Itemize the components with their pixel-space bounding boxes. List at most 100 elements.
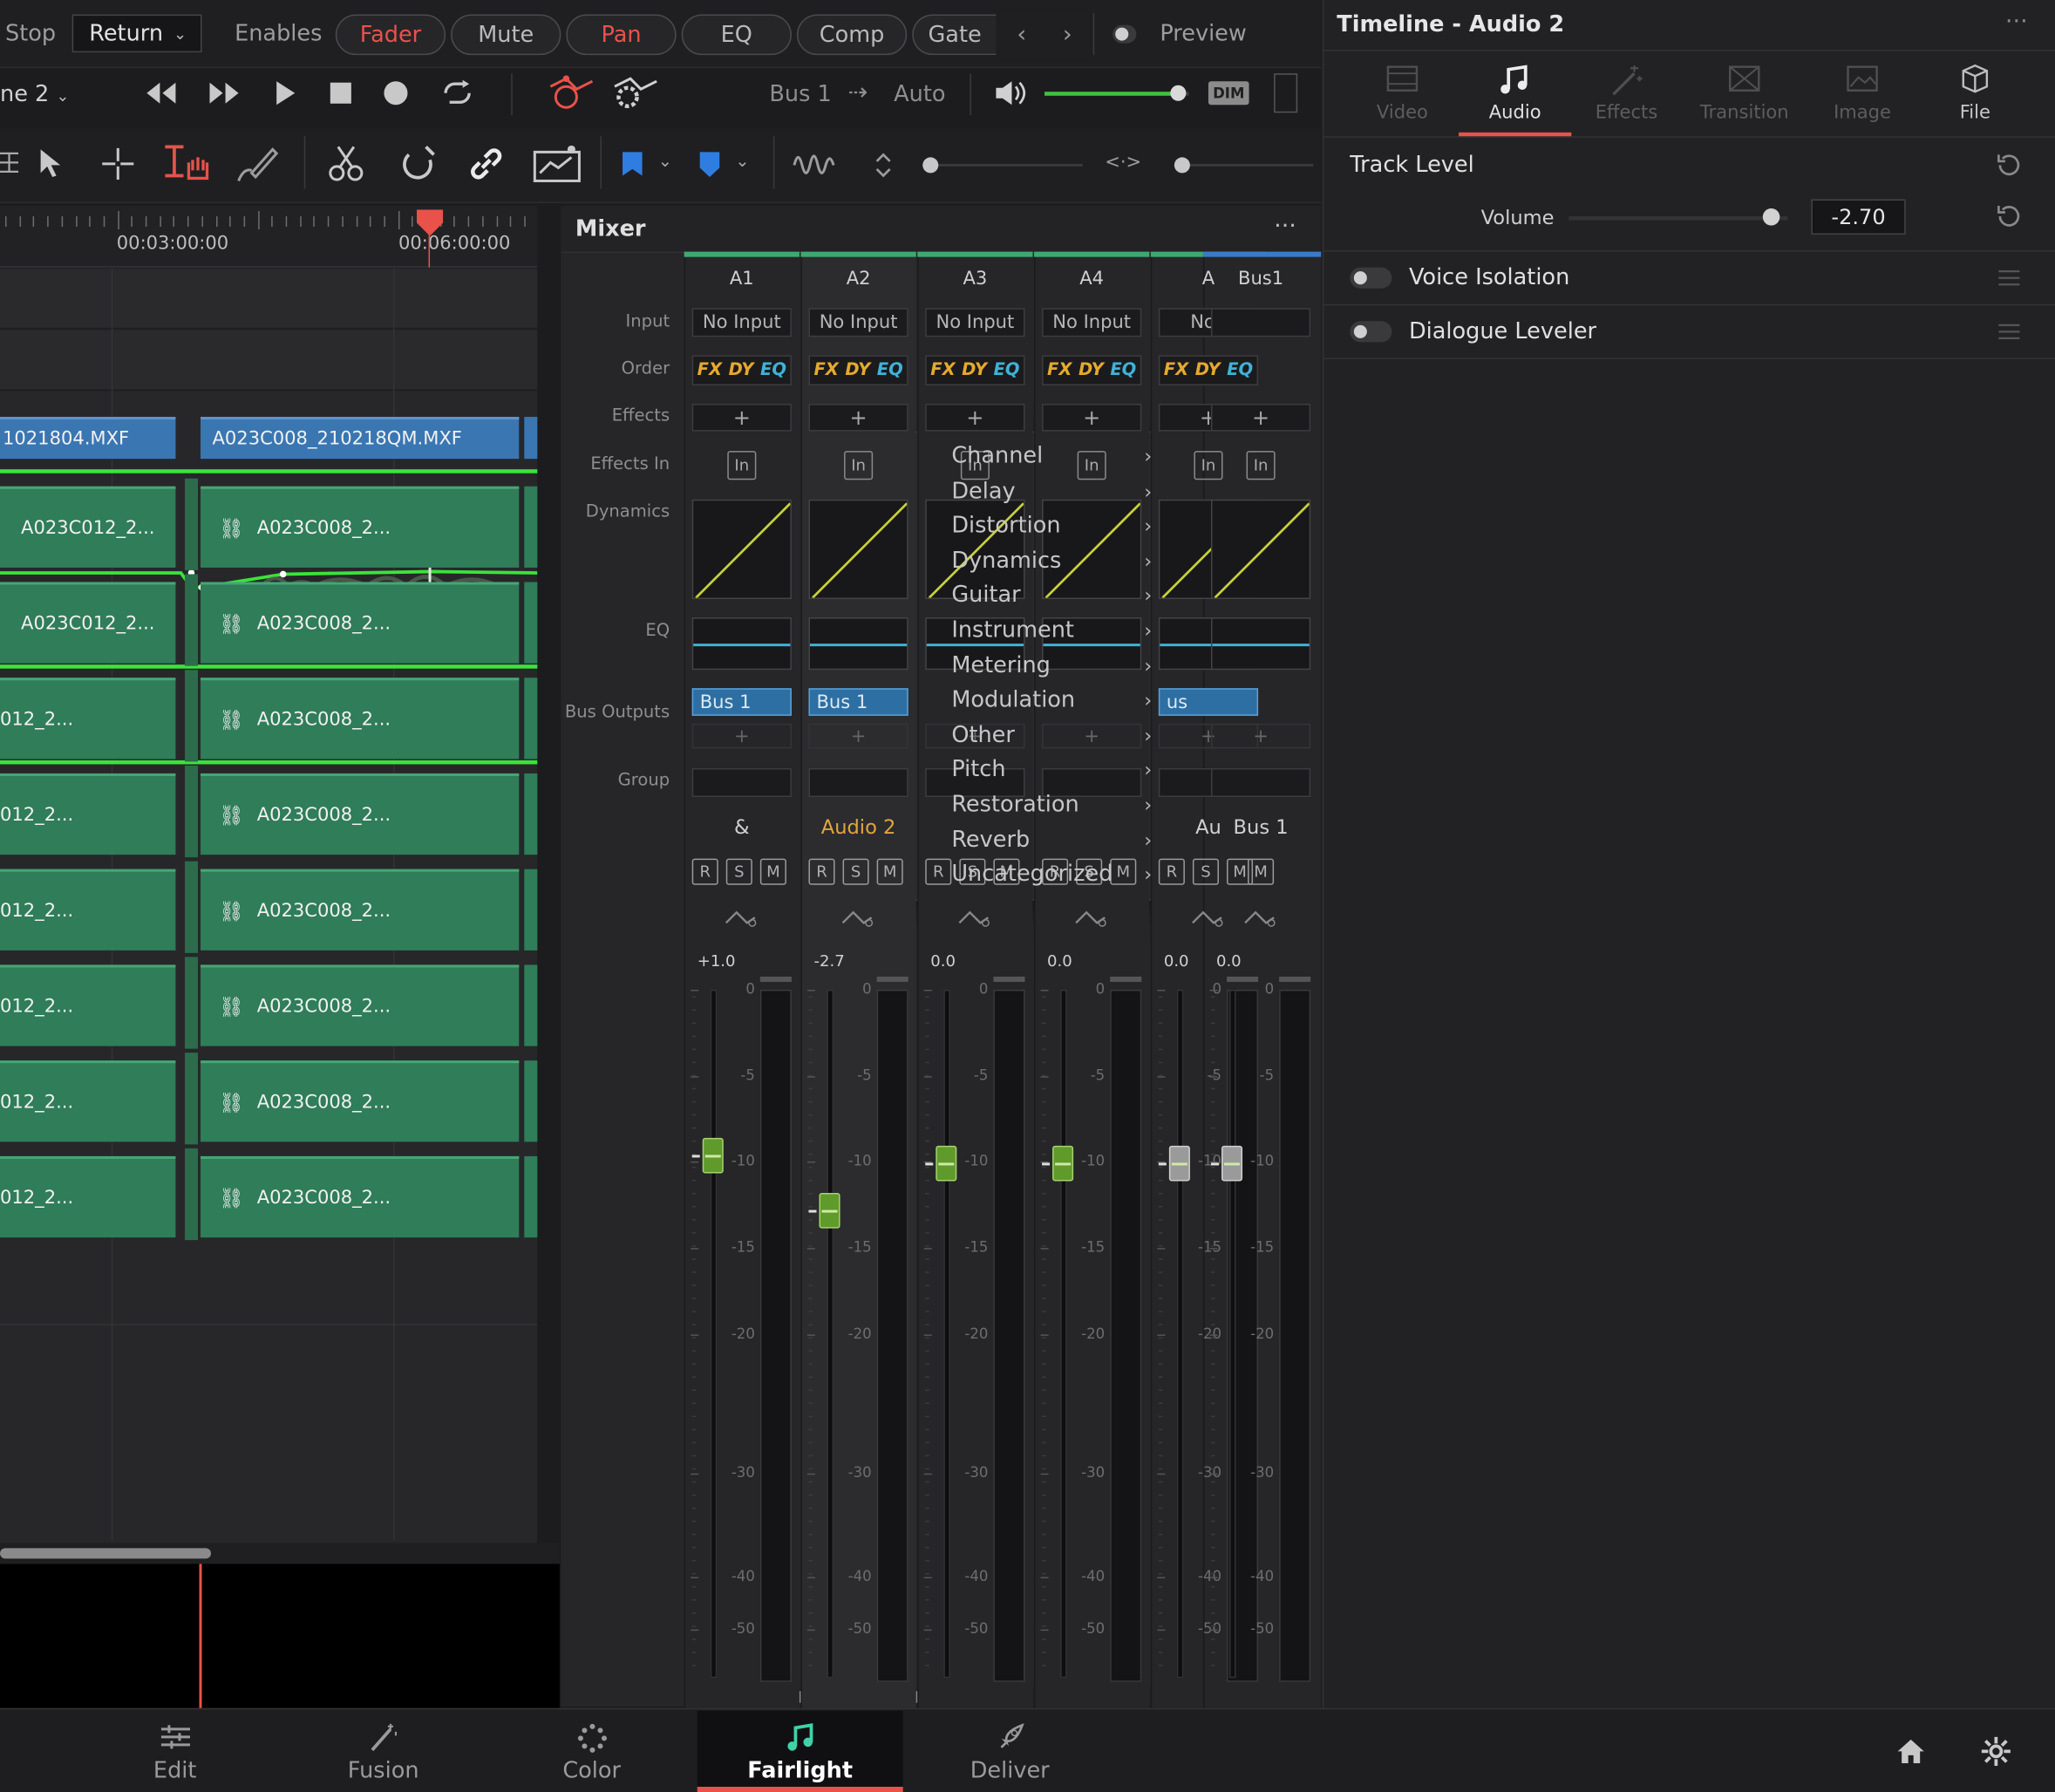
pill-mute[interactable]: Mute <box>451 14 561 56</box>
record-icon[interactable] <box>383 80 409 106</box>
pill-comp[interactable]: Comp <box>796 14 908 56</box>
timeline-selector[interactable]: ne 2 ⌄ <box>0 81 70 107</box>
clip-audio[interactable]: ⛓ A023C008_2... <box>200 582 520 664</box>
menu-item-other[interactable] <box>909 719 1170 753</box>
tab-image[interactable]: Image <box>1805 63 1920 135</box>
menu-item-guitar[interactable] <box>909 580 1170 614</box>
input-selector[interactable]: No Input <box>1042 308 1142 337</box>
clip-audio[interactable]: 012_2... <box>0 1060 176 1142</box>
input-selector[interactable] <box>1210 308 1311 337</box>
pan-icon[interactable] <box>1073 907 1113 930</box>
loop-icon[interactable] <box>438 78 477 109</box>
fader-knob[interactable] <box>1221 1145 1243 1182</box>
group-selector[interactable] <box>1210 767 1311 798</box>
fast-forward-icon[interactable] <box>208 80 242 106</box>
solo-button[interactable]: S <box>1192 858 1219 885</box>
pan-icon[interactable] <box>1190 907 1229 930</box>
pan-icon[interactable] <box>956 907 996 930</box>
mute-button[interactable]: M <box>759 858 786 885</box>
horizontal-zoom-knob[interactable] <box>1174 157 1190 174</box>
add-bus-button[interactable]: + <box>808 723 908 749</box>
add-effect-button[interactable]: + <box>691 404 792 432</box>
input-selector[interactable]: No Input <box>691 308 792 337</box>
fader-knob[interactable] <box>936 1145 957 1182</box>
range-select-icon[interactable] <box>160 141 214 188</box>
clip-audio[interactable]: A023C012_2... <box>0 582 176 664</box>
chevron-right-icon[interactable]: › <box>1063 20 1072 48</box>
gear-icon[interactable] <box>1980 1735 2011 1767</box>
mute-button[interactable]: M <box>1248 858 1275 885</box>
monitor-volume-knob[interactable] <box>1170 85 1187 101</box>
input-selector[interactable]: No Input <box>925 308 1025 337</box>
crosshair-icon[interactable] <box>99 146 136 182</box>
play-icon[interactable] <box>274 80 297 106</box>
clip-video[interactable]: A023C008_210218QM.MXF <box>200 417 520 460</box>
settings-sliders-icon[interactable] <box>1997 266 2021 290</box>
bus-output-button[interactable]: us <box>1158 688 1259 716</box>
automation-settings-icon[interactable] <box>612 73 659 112</box>
fader-knob[interactable] <box>1168 1145 1190 1182</box>
add-effect-button[interactable]: + <box>925 404 1025 432</box>
vertical-zoom-slider[interactable] <box>922 157 1083 174</box>
nav-color[interactable]: Color <box>489 1711 695 1792</box>
bus-output-button[interactable]: Bus 1 <box>808 688 908 716</box>
clip-audio[interactable]: ⛓ A023C008_2... <box>200 869 520 951</box>
add-bus-button[interactable]: + <box>691 723 792 749</box>
effects-in-button[interactable]: In <box>844 451 874 480</box>
flag-icon[interactable] <box>619 149 648 181</box>
automation-record-icon[interactable] <box>548 73 595 112</box>
link-icon[interactable] <box>466 144 506 183</box>
clip-audio[interactable]: ⛓ A023C008_2... <box>200 486 520 568</box>
waveform-zoom-icon[interactable] <box>792 144 844 183</box>
clip-audio[interactable]: ⛓ A023C008_2... <box>200 773 520 855</box>
speaker-icon[interactable] <box>993 78 1027 107</box>
add-effect-button[interactable]: + <box>1042 404 1142 432</box>
clip-audio[interactable]: 012_2... <box>0 869 176 951</box>
record-arm-button[interactable]: R <box>691 858 718 885</box>
tab-audio[interactable]: Audio <box>1458 63 1573 135</box>
pan-icon[interactable] <box>840 907 880 930</box>
nav-fairlight[interactable]: Fairlight <box>697 1710 903 1792</box>
rewind-icon[interactable] <box>144 80 178 106</box>
clip-audio[interactable]: ⛓ A023C008_2... <box>200 964 520 1046</box>
volume-line[interactable] <box>0 664 538 669</box>
clip-audio[interactable]: 012_2... <box>0 678 176 760</box>
horizontal-zoom-icon[interactable]: <·> <box>1105 152 1141 173</box>
volume-line[interactable] <box>0 760 538 765</box>
pill-pan[interactable]: Pan <box>566 14 677 56</box>
effects-in-button[interactable]: In <box>1194 451 1223 480</box>
pencil-icon[interactable] <box>234 144 281 186</box>
clip-audio[interactable]: 012_2... <box>0 1155 176 1238</box>
dynamics-graph[interactable] <box>808 499 908 600</box>
preview-toggle[interactable] <box>1113 24 1137 44</box>
volume-slider-knob[interactable] <box>1762 208 1779 226</box>
effects-in-button[interactable]: In <box>1246 451 1276 480</box>
eq-graph[interactable] <box>1210 617 1311 671</box>
more-options-icon[interactable]: ··· <box>2005 8 2028 36</box>
dialogue-leveler-toggle[interactable] <box>1350 321 1392 343</box>
home-icon[interactable] <box>1895 1737 1927 1766</box>
overview-strip[interactable] <box>0 1564 560 1708</box>
clip-audio[interactable]: 012_2... <box>0 773 176 855</box>
marker-icon[interactable] <box>696 149 725 181</box>
pill-gate[interactable]: Gate <box>912 14 997 56</box>
volume-line[interactable] <box>0 469 538 474</box>
processing-order-button[interactable]: FX DY EQ <box>808 355 908 385</box>
grid-icon[interactable] <box>0 151 21 177</box>
chevron-down-icon[interactable]: ⌄ <box>658 152 672 172</box>
pan-icon[interactable] <box>724 907 763 930</box>
tab-effects[interactable]: Effects <box>1568 63 1684 135</box>
dynamics-graph[interactable] <box>1210 499 1311 600</box>
horizontal-zoom-slider[interactable] <box>1174 157 1314 174</box>
volume-slider[interactable] <box>1568 208 1788 226</box>
processing-order-button[interactable]: FX DY EQ <box>691 355 792 385</box>
chevron-left-icon[interactable]: ‹ <box>1017 20 1026 48</box>
timeline-hscroll[interactable] <box>0 1543 560 1564</box>
processing-order-button[interactable]: FX DY EQ <box>1042 355 1142 385</box>
timeline-vscroll[interactable] <box>537 206 560 1543</box>
mute-button[interactable]: M <box>876 858 903 885</box>
input-selector[interactable]: No Input <box>808 308 908 337</box>
solo-button[interactable]: S <box>725 858 752 885</box>
nav-deliver[interactable]: Deliver <box>907 1711 1113 1792</box>
record-arm-button[interactable]: R <box>808 858 835 885</box>
